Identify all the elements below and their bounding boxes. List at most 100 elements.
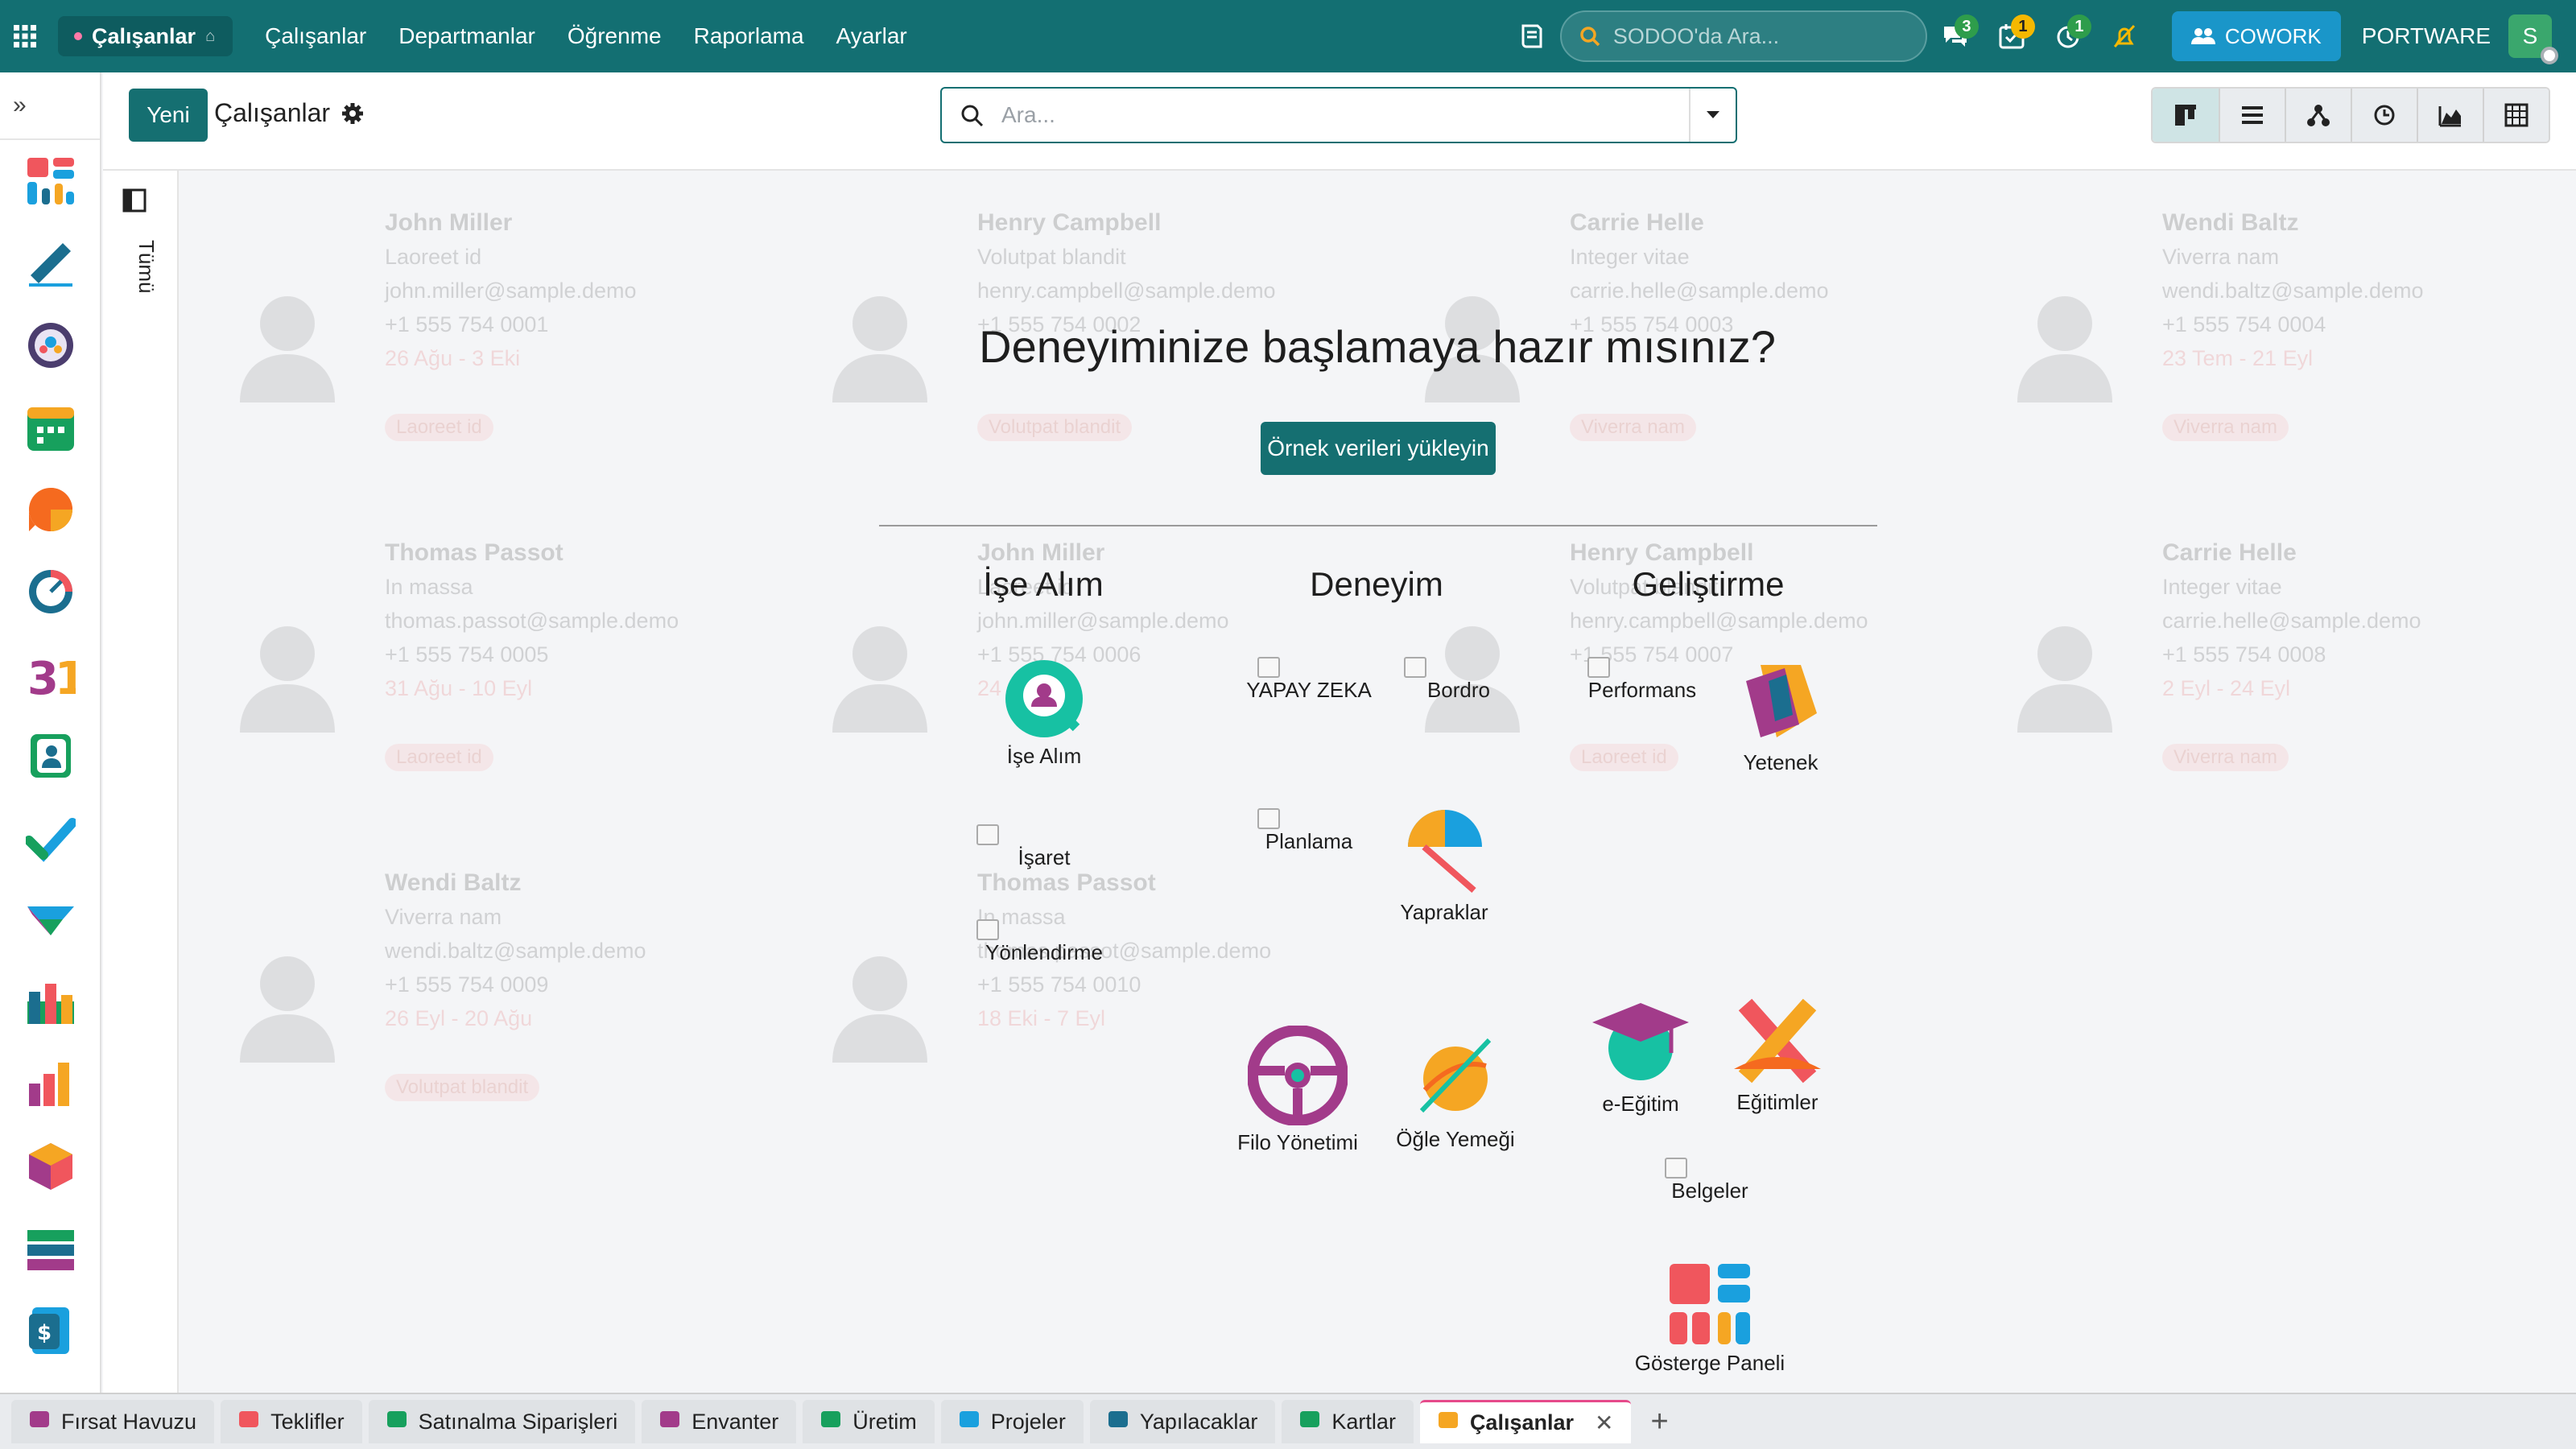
home-icon: ⌂ [205, 27, 216, 45]
bottom-tab[interactable]: Satınalma Siparişleri [368, 1400, 636, 1443]
company-switcher[interactable]: PORTWARE [2362, 23, 2491, 49]
search-input[interactable]: Ara... [1001, 102, 1689, 128]
expand-sidebar-icon[interactable]: » [0, 72, 100, 140]
invoicing-app-icon[interactable]: $ [0, 1290, 101, 1372]
menu-reporting[interactable]: Raporlama [678, 23, 820, 49]
stats-app-icon[interactable] [0, 1043, 101, 1125]
payroll-app[interactable]: Bordro [1378, 657, 1539, 703]
documents-app[interactable]: Belgeler [1629, 1158, 1790, 1203]
timer-badge: 1 [2066, 14, 2091, 39]
calendar-31-app-icon[interactable]: 31 [0, 633, 101, 715]
lunch-icon [1419, 1038, 1492, 1113]
pivot-view-button[interactable] [2483, 89, 2549, 142]
referral-app-icon[interactable] [0, 304, 101, 386]
onboarding-overlay: Deneyiminize başlamaya hazır mısınız? Ör… [179, 171, 2576, 1393]
new-button[interactable]: Yeni [129, 89, 208, 142]
inventory-icon [659, 1409, 680, 1435]
bottom-tab-label: Fırsat Havuzu [61, 1409, 197, 1434]
column-experience: Deneyim [1310, 565, 1443, 603]
bottom-tab[interactable]: Çalışanlar ✕ [1419, 1400, 1632, 1443]
skills-app[interactable]: Yetenek [1700, 657, 1861, 775]
ai-app[interactable]: YAPAY ZEKA [1228, 657, 1389, 703]
bottom-tab[interactable]: Fırsat Havuzu [11, 1400, 215, 1443]
search-panel: Tümü [103, 171, 179, 1393]
skills-label: Yetenek [1743, 750, 1818, 774]
bottom-tab-label: Çalışanlar [1469, 1410, 1575, 1435]
calendar-app-icon[interactable] [0, 386, 101, 469]
column-development: Geliştirme [1632, 565, 1785, 603]
current-app-label: Çalışanlar [92, 23, 196, 48]
manufacturing-app-icon[interactable] [0, 961, 101, 1043]
referral-app[interactable]: Yönlendirme [964, 919, 1125, 965]
search-bar[interactable]: Ara... [940, 87, 1737, 143]
table-icon [2504, 103, 2529, 127]
kanban-view-button[interactable] [2153, 89, 2219, 142]
documents-icon [1665, 1158, 1687, 1179]
activity-view-button[interactable] [2351, 89, 2417, 142]
list-icon [2242, 106, 2263, 124]
menu-settings[interactable]: Ayarlar [820, 23, 923, 49]
panel-all-label[interactable]: Tümü [134, 240, 159, 293]
onboarding-headline: Deneyiminize başlamaya hazır mısınız? [979, 321, 1776, 372]
trainings-app[interactable]: Eğitimler [1697, 997, 1858, 1115]
apps-menu-icon[interactable] [0, 0, 50, 72]
kanban-content: John Miller Laoreet id john.miller@sample.… [179, 171, 2576, 1393]
global-search-input[interactable]: SODOO'da Ara... [1559, 10, 1927, 62]
inventory-app-icon[interactable] [0, 1125, 101, 1208]
documents-label: Belgeler [1671, 1179, 1748, 1203]
elearning-label: e-Eğitim [1602, 1092, 1679, 1116]
purchase-app-icon[interactable] [0, 1208, 101, 1290]
user-avatar[interactable]: S [2508, 14, 2558, 64]
timeoff-app[interactable]: Yapraklar [1364, 807, 1525, 925]
hierarchy-view-button[interactable] [2285, 89, 2351, 142]
appraisal-app[interactable]: Performans [1562, 657, 1723, 703]
recruitment-app[interactable]: İşe Alım [964, 658, 1125, 769]
appraisal-app-icon[interactable] [0, 551, 101, 633]
notifications-off-icon[interactable] [2096, 0, 2153, 72]
presence-status-icon [2541, 47, 2558, 64]
top-menu: Çalışanlar Departmanlar Öğrenme Raporlam… [249, 23, 923, 49]
lunch-app[interactable]: Öğle Yemeği [1375, 1034, 1536, 1152]
fleet-app[interactable]: Filo Yönetimi [1217, 1026, 1378, 1155]
crm-app-icon[interactable] [0, 879, 101, 961]
app-dot-icon [74, 32, 82, 40]
bottom-tab[interactable]: Kartlar [1282, 1400, 1414, 1443]
dashboard-icon [1670, 1264, 1750, 1344]
page-title: Çalışanlar [214, 98, 331, 127]
crm-icon [29, 1409, 50, 1435]
messages-badge: 3 [1954, 14, 1979, 39]
bottom-tab[interactable]: Üretim [803, 1400, 935, 1443]
bottom-tab[interactable]: Teklifler [221, 1400, 362, 1443]
dashboard-app-icon[interactable] [0, 140, 101, 222]
graph-view-button[interactable] [2417, 89, 2483, 142]
knowledge-book-icon[interactable] [1504, 0, 1560, 72]
menu-learning[interactable]: Öğrenme [551, 23, 678, 49]
cowork-button[interactable]: COWORK [2171, 11, 2341, 61]
timer-icon[interactable]: 1 [2040, 0, 2096, 72]
project-app-icon[interactable] [0, 797, 101, 879]
dashboard-app[interactable]: Gösterge Paneli [1629, 1262, 1790, 1376]
add-tab-icon[interactable]: + [1650, 1405, 1668, 1439]
appraisal-label: Performans [1587, 678, 1697, 702]
activities-icon[interactable]: 1 [1984, 0, 2040, 72]
menu-employees[interactable]: Çalışanlar [249, 23, 382, 49]
panel-toggle-icon[interactable] [122, 188, 147, 213]
bottom-tab[interactable]: Envanter [642, 1400, 797, 1443]
close-tab-icon[interactable]: ✕ [1595, 1410, 1613, 1436]
discuss-app-icon[interactable] [0, 469, 101, 551]
sign-app[interactable]: İşaret [964, 824, 1125, 870]
menu-departments[interactable]: Departmanlar [382, 23, 551, 49]
gear-icon[interactable] [341, 102, 364, 125]
contacts-app-icon[interactable] [0, 715, 101, 797]
sign-app-icon[interactable] [0, 222, 101, 304]
search-options-toggle[interactable] [1689, 89, 1736, 142]
current-app-button[interactable]: Çalışanlar ⌂ [58, 16, 233, 56]
bottom-tab[interactable]: Yapılacaklar [1089, 1400, 1276, 1443]
bottom-tab-label: Projeler [990, 1409, 1066, 1434]
recruitment-icon [1005, 660, 1083, 737]
load-sample-data-button[interactable]: Örnek verileri yükleyin [1261, 422, 1496, 475]
messages-icon[interactable]: 3 [1927, 0, 1984, 72]
todo-icon [1108, 1409, 1129, 1435]
list-view-button[interactable] [2219, 89, 2285, 142]
bottom-tab[interactable]: Projeler [940, 1400, 1084, 1443]
